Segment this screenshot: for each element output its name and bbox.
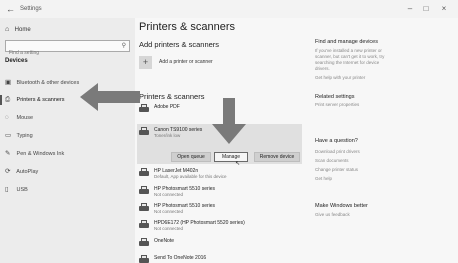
sidebar-item-label: Typing: [16, 133, 33, 139]
printer-icon: ⎙: [5, 96, 11, 103]
printer-icon: [139, 203, 149, 212]
printer-icon: [139, 220, 149, 229]
help-link[interactable]: Change printer status: [315, 167, 358, 172]
manage-button[interactable]: Manage: [214, 152, 248, 162]
mouse-icon: ◌: [5, 114, 9, 121]
sidebar-item-label: AutoPlay: [16, 169, 39, 175]
printer-status: Default, App available for this device: [154, 174, 227, 179]
add-heading: Add printers & scanners: [139, 40, 220, 49]
print-server-link[interactable]: Print server properties: [315, 102, 359, 107]
maximize-button[interactable]: □: [421, 3, 431, 15]
sidebar-home[interactable]: ⌂ Home: [5, 26, 31, 33]
bluetooth-icon: ▣: [5, 79, 12, 86]
sidebar-section-heading: Devices: [5, 58, 28, 64]
sidebar-item-pen[interactable]: ✎ Pen & Windows Ink: [5, 148, 125, 160]
onenote-icon: [139, 238, 149, 247]
printer-icon: [139, 168, 149, 177]
printer-status: Not connected: [154, 192, 184, 197]
find-devices-text: drivers.: [315, 66, 330, 71]
minimize-button[interactable]: –: [405, 3, 415, 15]
search-input[interactable]: [6, 48, 114, 58]
settings-window: ← Settings – □ × ⌂ Home ⚲ Devices ▣ Blue…: [0, 0, 458, 263]
remove-device-button[interactable]: Remove device: [254, 152, 300, 162]
search-box[interactable]: ⚲: [5, 40, 130, 58]
sidebar-item-typing[interactable]: ▭ Typing: [5, 130, 125, 142]
plus-icon: +: [139, 56, 152, 69]
printer-icon: [139, 104, 149, 113]
left-arrow-icon: [80, 83, 140, 111]
back-arrow-icon[interactable]: ←: [6, 3, 18, 15]
search-icon[interactable]: ⚲: [122, 42, 126, 49]
printer-icon: [139, 255, 149, 263]
feedback-link[interactable]: Give us feedback: [315, 212, 350, 217]
sidebar-item-label: USB: [16, 187, 28, 193]
title-bar: ← Settings – □ ×: [0, 0, 458, 18]
printer-status: Toner/ink low: [154, 133, 181, 138]
sidebar-item-label: Bluetooth & other devices: [16, 80, 80, 86]
home-icon: ⌂: [5, 26, 10, 33]
sidebar-item-label: Printers & scanners: [16, 97, 65, 103]
printer-icon: [139, 186, 149, 195]
printer-name: Adobe PDF: [154, 104, 180, 110]
printer-status: Not connected: [154, 209, 184, 214]
help-link[interactable]: Scan documents: [315, 158, 349, 163]
page-title: Printers & scanners: [139, 21, 235, 33]
help-link[interactable]: Get help: [315, 176, 332, 181]
open-queue-button[interactable]: Open queue: [171, 152, 211, 162]
keyboard-icon: ▭: [5, 132, 12, 139]
autoplay-icon: ⟳: [5, 168, 11, 175]
help-link[interactable]: Download print drivers: [315, 149, 360, 154]
printer-name: OneNote: [154, 238, 175, 244]
usb-icon: ▯: [5, 186, 9, 193]
pen-icon: ✎: [5, 150, 11, 157]
question-heading: Have a question?: [315, 138, 358, 144]
home-label: Home: [14, 27, 31, 33]
sidebar: ⌂ Home ⚲ Devices ▣ Bluetooth & other dev…: [0, 18, 135, 263]
list-heading: Printers & scanners: [139, 92, 205, 101]
add-printer-label: Add a printer or scanner: [159, 59, 213, 65]
sidebar-item-usb[interactable]: ▯ USB: [5, 184, 125, 196]
printer-help-link[interactable]: Get help with your printer: [315, 75, 365, 80]
find-devices-text: searching the Internet for device: [315, 60, 380, 65]
related-settings-heading: Related settings: [315, 94, 355, 100]
sidebar-item-mouse[interactable]: ◌ Mouse: [5, 112, 125, 124]
windows-better-heading: Make Windows better: [315, 203, 368, 209]
down-arrow-icon: [212, 98, 246, 144]
find-devices-text: If you've installed a new printer or: [315, 48, 382, 53]
printer-name: Send To OneNote 2016: [154, 255, 207, 261]
sidebar-item-label: Pen & Windows Ink: [16, 151, 65, 157]
mouse-cursor-icon: ↖: [235, 161, 241, 167]
sidebar-item-label: Mouse: [16, 115, 34, 121]
close-button[interactable]: ×: [439, 3, 449, 15]
right-panel: Find and manage devices If you've instal…: [315, 18, 458, 263]
printer-status: Not connected: [154, 226, 184, 231]
printer-icon: [139, 127, 149, 136]
find-devices-heading: Find and manage devices: [315, 39, 378, 45]
sidebar-item-autoplay[interactable]: ⟳ AutoPlay: [5, 166, 125, 178]
window-title: Settings: [20, 6, 42, 12]
find-devices-text: scanner, but can't get it to work, try: [315, 54, 385, 59]
